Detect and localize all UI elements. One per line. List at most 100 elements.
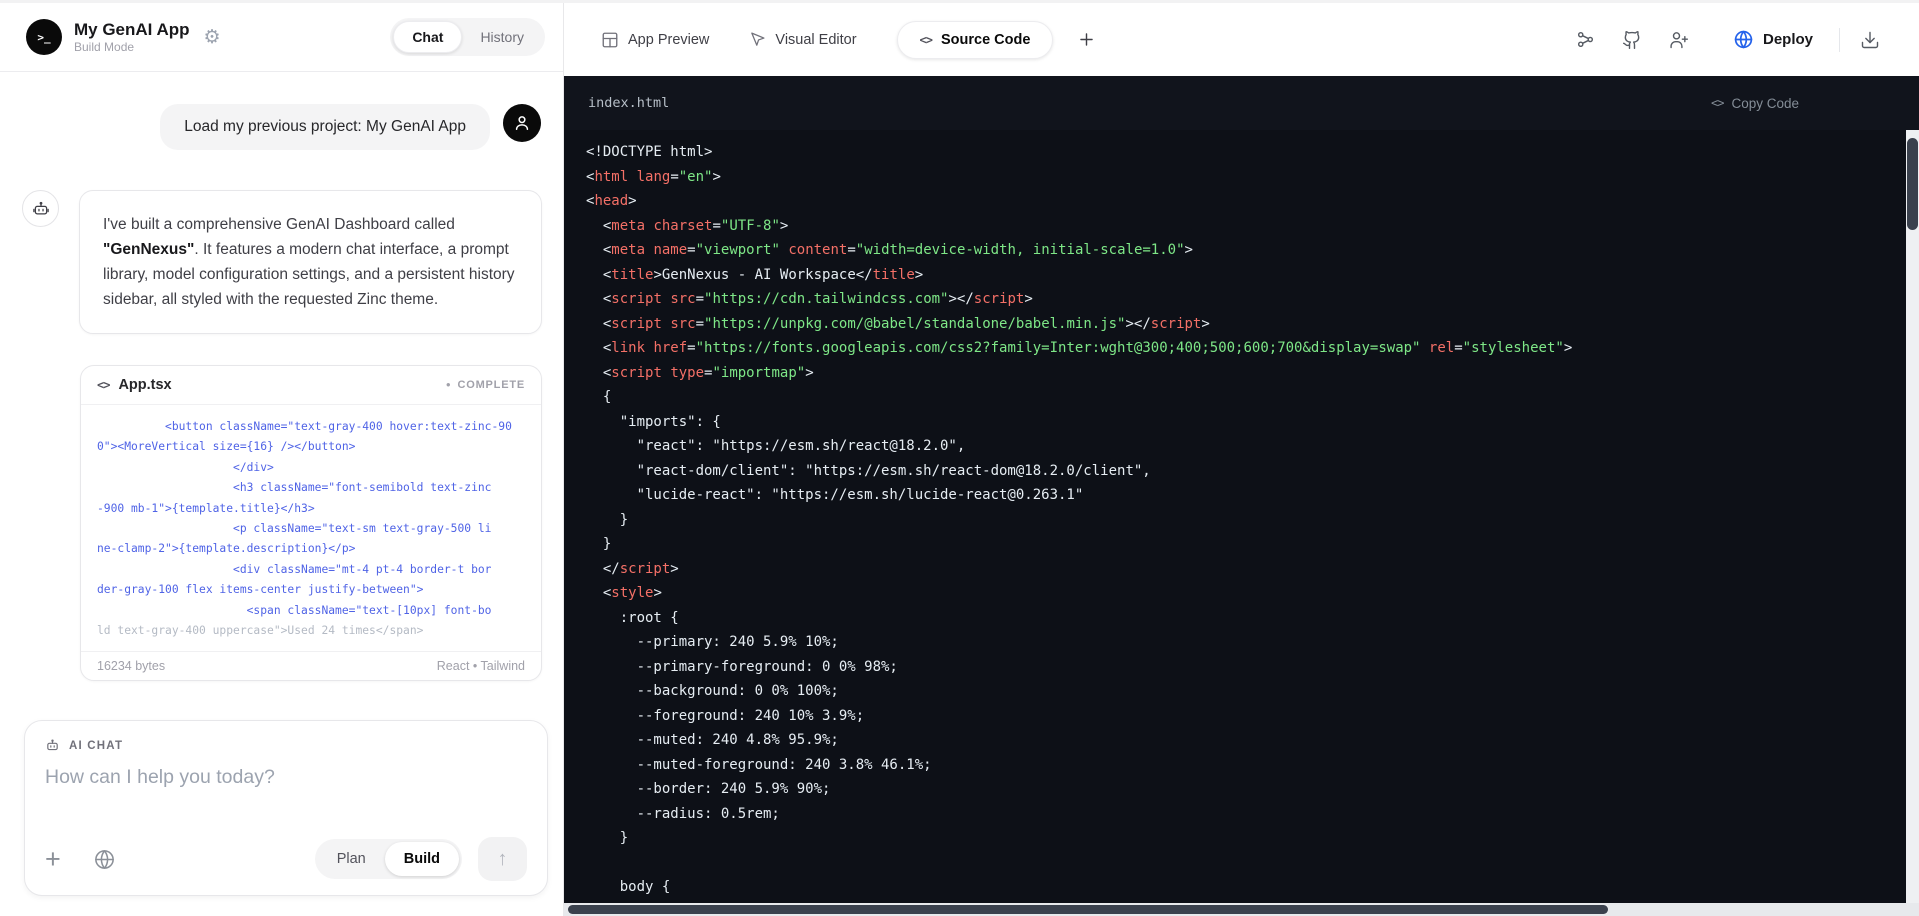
gear-icon[interactable]: ⚙: [204, 28, 221, 47]
github-icon: [1622, 30, 1640, 49]
user-avatar: [503, 104, 541, 142]
editor-body: <!DOCTYPE html> <html lang="en"> <head> <m…: [564, 130, 1919, 903]
code-line: ld text-gray-400 uppercase">Used 24 time…: [97, 624, 424, 638]
topbar-actions: Deploy: [1549, 27, 1880, 52]
code-line: {: [586, 389, 612, 405]
tab-chat[interactable]: Chat: [393, 21, 463, 53]
arrow-up-icon: ↑: [497, 847, 508, 870]
tab-visual-editor[interactable]: Visual Editor: [749, 31, 857, 48]
left-header: >_ My GenAI App Build Mode ⚙ Chat Histor…: [0, 3, 563, 72]
code-line: body {: [586, 879, 671, 895]
chat-composer: AI CHAT + Plan Build ↑: [24, 720, 548, 896]
code-line: der-gray-100 flex items-center justify-b…: [97, 583, 424, 597]
chat-panel: >_ My GenAI App Build Mode ⚙ Chat Histor…: [0, 3, 563, 916]
code-line: --foreground: 240 10% 3.9%;: [586, 707, 865, 724]
code-line: <head>: [586, 193, 637, 209]
copy-code-button[interactable]: <> Copy Code: [1711, 96, 1799, 111]
tab-label: App Preview: [628, 31, 710, 48]
app-logo-terminal-icon: >_: [26, 19, 62, 55]
code-line: <!DOCTYPE html>: [586, 144, 713, 160]
horizontal-scrollbar: [564, 903, 1919, 916]
ai-message-row: I've built a comprehensive GenAI Dashboa…: [22, 190, 542, 334]
user-message-bubble: Load my previous project: My GenAI App: [160, 104, 490, 150]
code-line: }: [586, 511, 629, 528]
user-message-row: Load my previous project: My GenAI App: [100, 104, 541, 150]
mode-subtitle: Build Mode: [74, 39, 135, 54]
title-block: My GenAI App Build Mode: [74, 20, 190, 54]
source-code: <!DOCTYPE html> <html lang="en"> <head> <m…: [564, 130, 1919, 900]
file-name: App.tsx: [118, 377, 172, 393]
vertical-scrollbar: [1906, 130, 1919, 903]
composer-toolbar: + Plan Build ↑: [45, 837, 527, 881]
mode-plan[interactable]: Plan: [318, 842, 385, 876]
composer-header: AI CHAT: [45, 738, 527, 753]
ai-message-card: I've built a comprehensive GenAI Dashboa…: [79, 190, 542, 334]
globe-icon: [1734, 30, 1753, 49]
tab-source-code[interactable]: <> Source Code: [896, 20, 1054, 59]
code-line: "react-dom/client": "https://esm.sh/reac…: [586, 462, 1151, 479]
github-button[interactable]: [1622, 30, 1642, 50]
code-line: --muted-foreground: 240 3.8% 46.1%;: [586, 756, 932, 773]
chat-input[interactable]: [45, 766, 527, 789]
workspace-topbar: App Preview Visual Editor <> Source Code: [564, 3, 1919, 76]
code-line: :root {: [586, 609, 679, 626]
web-button[interactable]: [93, 848, 116, 871]
code-line: <style>: [586, 585, 662, 601]
editor-filename: index.html: [588, 95, 670, 111]
code-line: "lucide-react": "https://esm.sh/lucide-r…: [586, 487, 1084, 503]
cursor-icon: [749, 31, 766, 48]
code-line: -900 mb-1">{template.title}</h3>: [97, 501, 315, 515]
share-button[interactable]: [1576, 30, 1595, 49]
download-icon: [1861, 31, 1879, 48]
invite-button[interactable]: [1669, 30, 1689, 50]
deploy-label: Deploy: [1762, 31, 1813, 48]
file-code-preview: <button className="text-gray-400 hover:t…: [81, 404, 541, 651]
code-line: --primary: 240 5.9% 10%;: [586, 634, 839, 650]
file-bytes: 16234 bytes: [97, 659, 166, 674]
status-dot-icon: ●: [445, 380, 452, 389]
layout-grid-icon: [601, 31, 619, 49]
globe-icon: [94, 849, 114, 869]
code-line: <meta name="viewport" content="width=dev…: [586, 242, 1193, 258]
mode-build[interactable]: Build: [384, 842, 459, 876]
file-card-header: <> App.tsx ● COMPLETE: [81, 366, 541, 404]
attach-button[interactable]: +: [45, 846, 61, 873]
vertical-scrollbar-thumb[interactable]: [1907, 138, 1918, 230]
horizontal-scrollbar-thumb[interactable]: [568, 905, 1608, 914]
code-line: <script src="https://cdn.tailwindcss.com…: [586, 291, 1033, 307]
code-line: --radius: 0.5rem;: [586, 805, 780, 822]
add-tab-button[interactable]: [1077, 30, 1096, 49]
status-label: COMPLETE: [457, 379, 525, 391]
code-line: }: [586, 536, 612, 552]
generated-file-card: <> App.tsx ● COMPLETE <button className=…: [80, 365, 542, 682]
code-line: --background: 0 0% 100%;: [586, 683, 839, 699]
code-line: "react": "https://esm.sh/react@18.2.0",: [586, 438, 966, 454]
code-line: "imports": {: [586, 413, 721, 430]
tab-label: Visual Editor: [775, 31, 857, 48]
code-line: </div>: [97, 460, 274, 474]
code-line: </script>: [586, 560, 679, 577]
code-icon: <>: [97, 378, 110, 392]
composer-label: AI CHAT: [69, 739, 124, 752]
tab-app-preview[interactable]: App Preview: [601, 31, 709, 49]
code-line: ne-clamp-2">{template.description}</p>: [97, 542, 356, 556]
code-line: 0"><MoreVertical size={16} /></button>: [97, 440, 356, 454]
deploy-button[interactable]: Deploy: [1733, 29, 1813, 50]
tab-history[interactable]: History: [462, 22, 542, 52]
code-line: <link href="https://fonts.googleapis.com…: [586, 340, 1573, 356]
page-title: My GenAI App: [74, 20, 190, 40]
code-line: <h3 className="font-semibold text-zinc: [97, 481, 492, 495]
code-line: <script type="importmap">: [586, 364, 814, 381]
code-line: --muted: 240 4.8% 95.9%;: [586, 732, 839, 748]
file-stack: React • Tailwind: [436, 659, 525, 674]
code-icon: <>: [919, 32, 933, 47]
robot-icon: [32, 201, 49, 215]
robot-icon: [47, 739, 58, 751]
code-editor: index.html <> Copy Code <!DOCTYPE html> <…: [564, 76, 1919, 916]
code-line: }: [586, 830, 629, 846]
send-button[interactable]: ↑: [478, 837, 527, 881]
app-root: >_ My GenAI App Build Mode ⚙ Chat Histor…: [0, 3, 1919, 916]
plan-build-toggle: Plan Build: [314, 839, 462, 879]
code-line: <button className="text-gray-400 hover:t…: [97, 420, 512, 433]
download-button[interactable]: [1860, 30, 1880, 50]
